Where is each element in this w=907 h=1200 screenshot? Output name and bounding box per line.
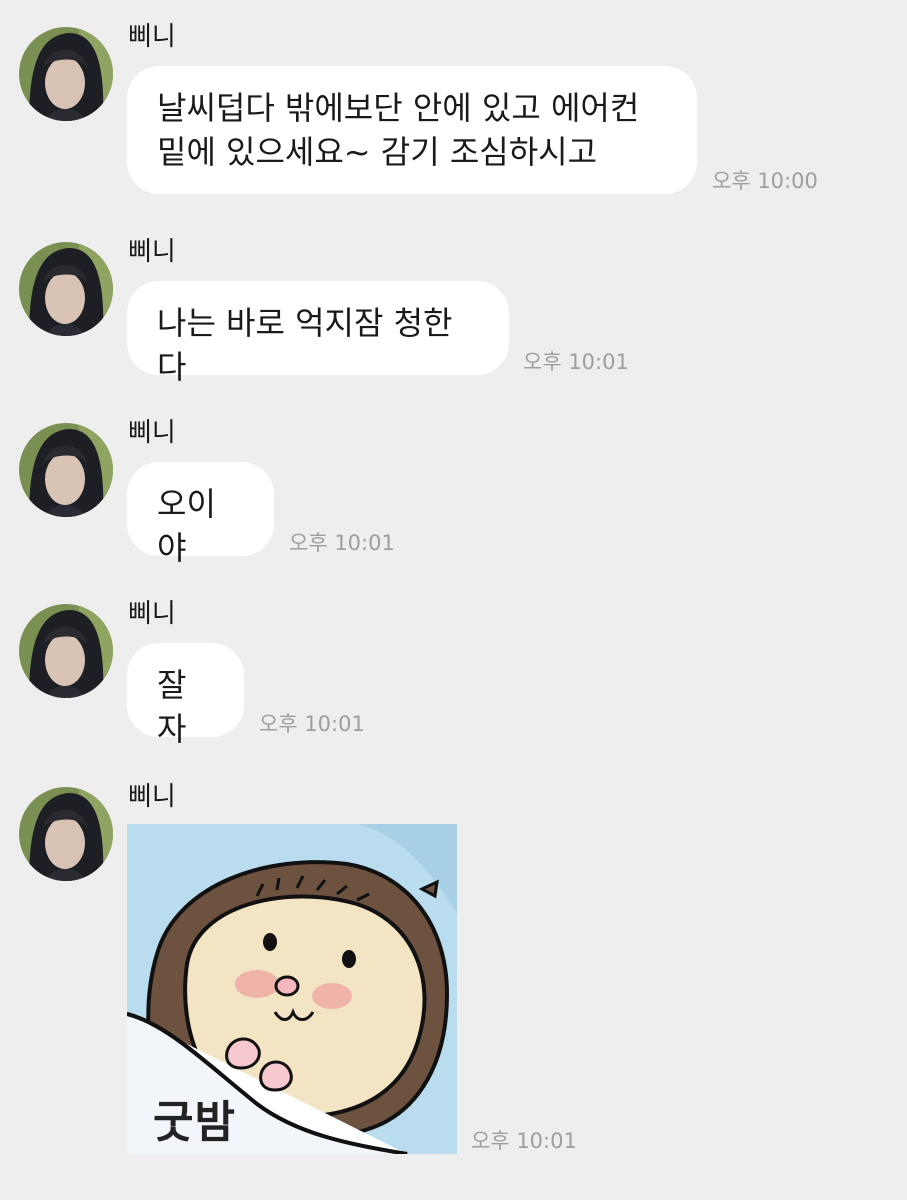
sender-name: 삐니: [128, 418, 176, 448]
sender-name: 삐니: [128, 237, 176, 267]
avatar[interactable]: [19, 604, 113, 698]
message-timestamp: 오후 10:01: [523, 350, 629, 374]
avatar[interactable]: [19, 787, 113, 881]
message-bubble[interactable]: 오이야: [127, 462, 274, 567]
avatar[interactable]: [19, 242, 113, 336]
message-timestamp: 오후 10:01: [471, 1129, 577, 1153]
profile-photo-icon: [19, 604, 113, 698]
message-timestamp: 오후 10:01: [289, 531, 395, 555]
message-bubble[interactable]: 잘자: [127, 643, 244, 748]
message-timestamp: 오후 10:01: [259, 712, 365, 736]
profile-photo-icon: [19, 27, 113, 121]
sticker-caption: 굿밤: [153, 1097, 236, 1148]
profile-photo-icon: [19, 423, 113, 517]
message-bubble[interactable]: 날씨덥다 밖에보단 안에 있고 에어컨 밑에 있으세요~ 감기 조심하시고: [127, 66, 697, 194]
profile-photo-icon: [19, 787, 113, 881]
avatar[interactable]: [19, 27, 113, 121]
profile-photo-icon: [19, 242, 113, 336]
sender-name: 삐니: [128, 22, 176, 52]
hedgehog-sticker[interactable]: 굿밤: [127, 824, 457, 1154]
avatar[interactable]: [19, 423, 113, 517]
message-bubble[interactable]: 나는 바로 억지잠 청한다: [127, 281, 509, 386]
message-timestamp: 오후 10:00: [712, 169, 818, 193]
sender-name: 삐니: [128, 782, 176, 812]
sender-name: 삐니: [128, 599, 176, 629]
